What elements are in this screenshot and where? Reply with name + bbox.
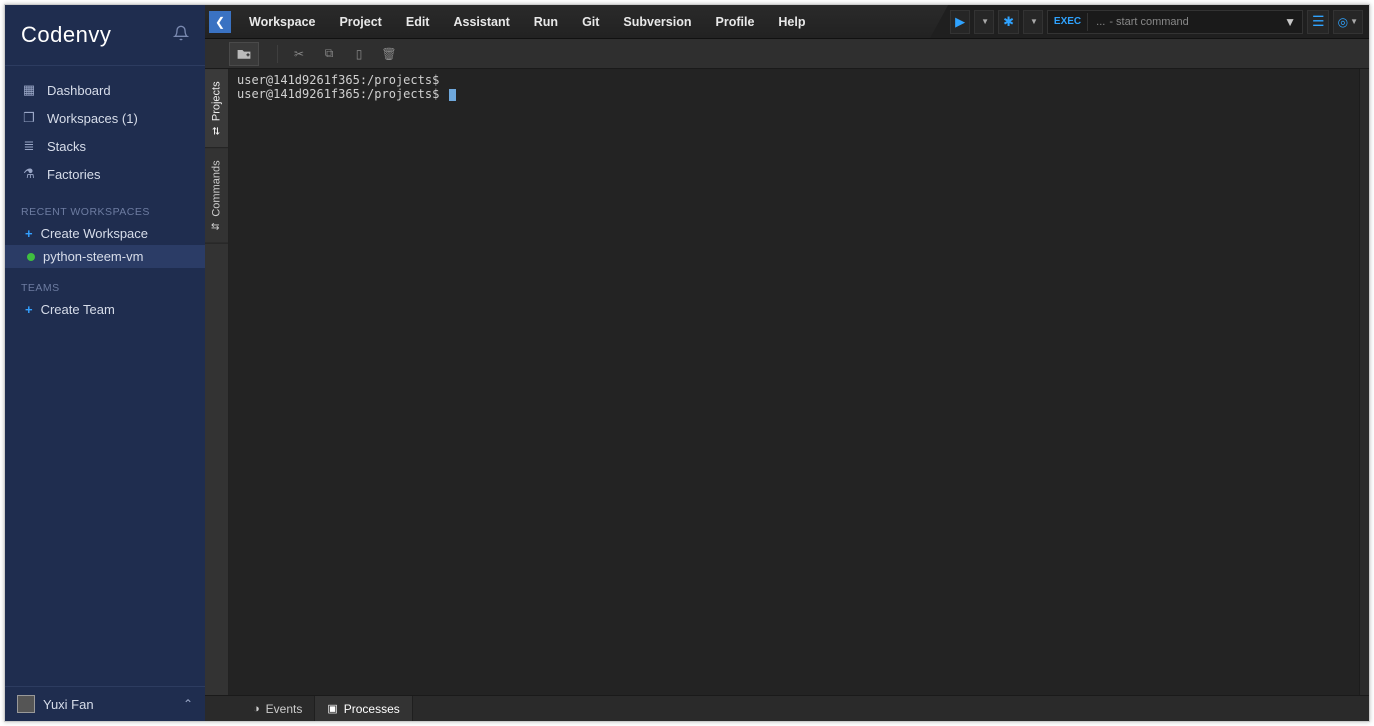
tab-label: Processes [344, 702, 400, 716]
nav-label: Dashboard [47, 83, 111, 98]
target-icon: ◎ [1338, 15, 1348, 29]
cursor-icon [449, 89, 456, 101]
exec-placeholder: - start command [1109, 16, 1188, 28]
chevron-down-icon: ▼ [1030, 17, 1038, 26]
chevron-down-icon: ▼ [1278, 15, 1302, 29]
terminal-prompt: user@141d9261f365:/projects$ [237, 87, 447, 101]
nav-label: Workspaces (1) [47, 111, 138, 126]
nav-dashboard[interactable]: ▦ Dashboard [5, 76, 205, 104]
list-button[interactable]: ☰ [1307, 10, 1329, 34]
scissors-icon: ✂ [294, 47, 304, 61]
divider [5, 65, 205, 66]
cut-button[interactable]: ✂ [284, 42, 314, 66]
plus-icon: + [25, 302, 33, 317]
menu-profile[interactable]: Profile [704, 5, 767, 39]
ide: ❮ Workspace Project Edit Assistant Run G… [205, 5, 1369, 721]
vtab-projects[interactable]: ⇄ Projects [205, 69, 228, 148]
menu-assistant[interactable]: Assistant [441, 5, 521, 39]
back-button[interactable]: ❮ [209, 11, 231, 33]
list-icon: ☰ [1312, 13, 1324, 30]
terminal[interactable]: user@141d9261f365:/projects$ user@141d92… [229, 69, 1359, 695]
dashboard-icon: ▦ [21, 82, 37, 98]
menubar-right: ▶ ▼ ✱ ▼ EXEC ... - start command ▼ ☰ [930, 5, 1369, 38]
menu-project[interactable]: Project [327, 5, 393, 39]
run-dropdown[interactable]: ▼ [974, 10, 994, 34]
run-button[interactable]: ▶ [950, 10, 970, 34]
chevron-down-icon: ▼ [1350, 17, 1358, 26]
delete-button[interactable]: 🗑 [374, 42, 404, 66]
create-team-label: Create Team [41, 302, 115, 317]
terminal-line: user@141d9261f365:/projects$ [237, 87, 1351, 101]
ide-body: ⇄ Projects ⇵ Commands user@141d9261f365:… [205, 69, 1369, 695]
commands-icon: ⇵ [211, 222, 222, 230]
tab-processes[interactable]: ▣ Processes [315, 696, 412, 721]
menubar: ❮ Workspace Project Edit Assistant Run G… [205, 5, 1369, 39]
chevron-up-icon: ⌃ [183, 697, 193, 711]
create-team-button[interactable]: + Create Team [5, 298, 205, 321]
teams-header: TEAMS [5, 268, 205, 298]
divider [277, 45, 278, 63]
target-button[interactable]: ◎ ▼ [1333, 10, 1363, 34]
exec-input[interactable]: ... - start command [1088, 16, 1278, 28]
copy-button[interactable]: ⧉ [314, 42, 344, 66]
nav-stacks[interactable]: ≣ Stacks [5, 132, 205, 160]
chevron-down-icon: ▼ [981, 17, 989, 26]
events-icon: ◑ [253, 703, 260, 715]
factories-icon: ⚗ [21, 166, 37, 182]
menu-run[interactable]: Run [522, 5, 570, 39]
new-button[interactable] [229, 42, 259, 66]
exec-prefix: ... [1096, 16, 1105, 28]
workspace-name: python-steem-vm [43, 249, 143, 264]
menu-help[interactable]: Help [766, 5, 817, 39]
vtab-label: Projects [211, 81, 223, 121]
exec-label: EXEC [1048, 16, 1087, 27]
avatar [17, 695, 35, 713]
paste-icon: ▯ [356, 47, 363, 61]
user-footer[interactable]: Yuxi Fan ⌃ [5, 686, 205, 721]
nav-label: Factories [47, 167, 100, 182]
toolbar-secondary: ✂ ⧉ ▯ 🗑 [205, 39, 1369, 69]
menu-edit[interactable]: Edit [394, 5, 442, 39]
app-root: Codenvy ▦ Dashboard ❒ Workspaces (1) ≣ S… [4, 4, 1370, 722]
play-icon: ▶ [955, 14, 965, 30]
scrollbar[interactable] [1359, 69, 1369, 695]
workspaces-icon: ❒ [21, 110, 37, 126]
menu-git[interactable]: Git [570, 5, 611, 39]
trash-icon: 🗑 [381, 47, 396, 61]
tab-label: Events [266, 702, 303, 716]
create-workspace-label: Create Workspace [41, 226, 148, 241]
sidebar-header: Codenvy [5, 5, 205, 65]
nav-workspaces[interactable]: ❒ Workspaces (1) [5, 104, 205, 132]
projects-icon: ⇄ [211, 127, 222, 135]
bottom-tabs: ◑ Events ▣ Processes [205, 695, 1369, 721]
processes-icon: ▣ [327, 702, 337, 715]
terminal-line: user@141d9261f365:/projects$ [237, 73, 1351, 87]
menu-workspace[interactable]: Workspace [237, 5, 327, 39]
debug-button[interactable]: ✱ [998, 10, 1019, 34]
vtab-commands[interactable]: ⇵ Commands [205, 148, 228, 244]
menu-subversion[interactable]: Subversion [611, 5, 703, 39]
workspace-item[interactable]: python-steem-vm [5, 245, 205, 268]
create-workspace-button[interactable]: + Create Workspace [5, 222, 205, 245]
exec-command-box[interactable]: EXEC ... - start command ▼ [1047, 10, 1303, 34]
recent-workspaces-header: RECENT WORKSPACES [5, 192, 205, 222]
status-dot-icon [27, 253, 35, 261]
debug-dropdown[interactable]: ▼ [1023, 10, 1043, 34]
copy-icon: ⧉ [325, 46, 334, 61]
notifications-icon[interactable] [173, 25, 189, 46]
vtab-label: Commands [211, 160, 223, 216]
paste-button[interactable]: ▯ [344, 42, 374, 66]
tab-events[interactable]: ◑ Events [241, 696, 315, 721]
nav-factories[interactable]: ⚗ Factories [5, 160, 205, 188]
brand-logo: Codenvy [21, 22, 111, 48]
sidebar: Codenvy ▦ Dashboard ❒ Workspaces (1) ≣ S… [5, 5, 205, 721]
plus-icon: + [25, 226, 33, 241]
vertical-tabs: ⇄ Projects ⇵ Commands [205, 69, 229, 695]
bug-icon: ✱ [1003, 14, 1014, 30]
sidebar-nav: ▦ Dashboard ❒ Workspaces (1) ≣ Stacks ⚗ … [5, 72, 205, 192]
nav-label: Stacks [47, 139, 86, 154]
stacks-icon: ≣ [21, 138, 37, 154]
user-name: Yuxi Fan [43, 697, 94, 712]
